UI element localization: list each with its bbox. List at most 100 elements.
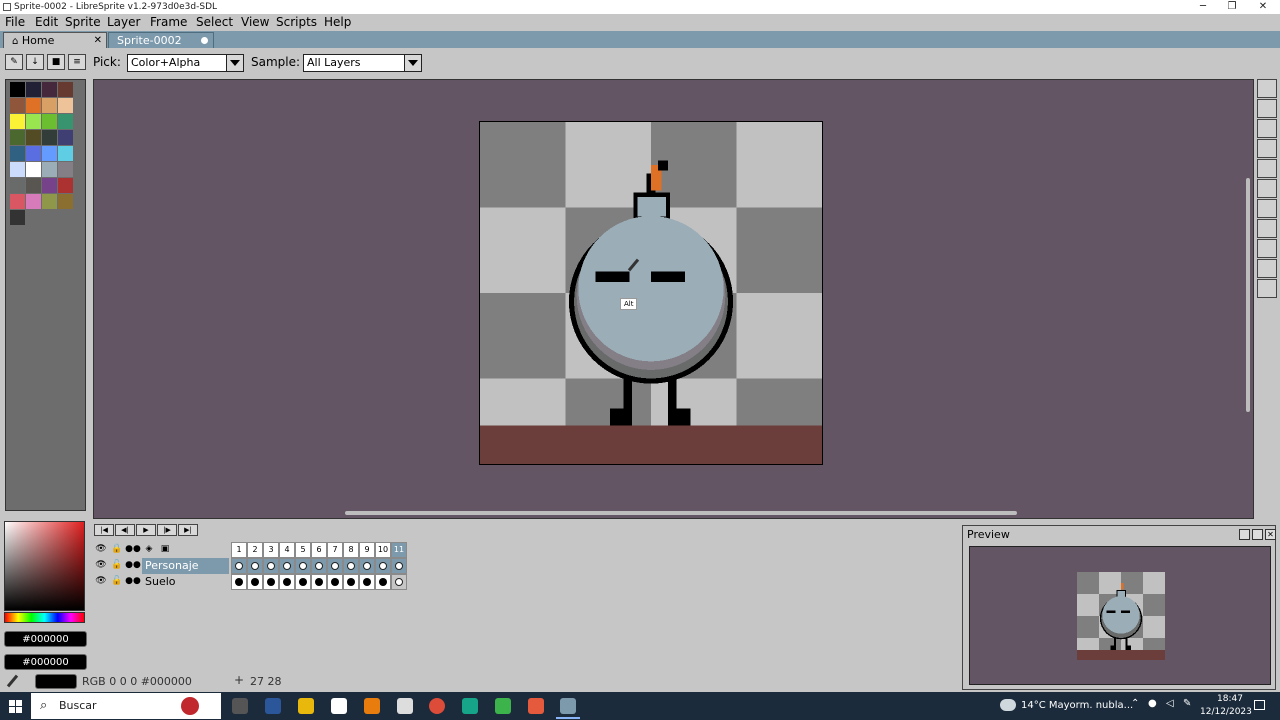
cel-cell[interactable]	[247, 558, 263, 574]
tab-home[interactable]: ⌂ Home ✕	[3, 32, 107, 48]
cel-cell[interactable]	[343, 558, 359, 574]
link-icon[interactable]: ●●	[125, 574, 141, 590]
eraser-tool-icon[interactable]	[1257, 119, 1277, 138]
sample-select[interactable]: All Layers	[303, 54, 422, 72]
weather-text[interactable]: 14°C Mayorm. nubla...	[1021, 700, 1133, 711]
cel-cell[interactable]	[327, 558, 343, 574]
windows-start-icon[interactable]	[9, 700, 22, 713]
app-icon-2[interactable]	[397, 698, 413, 714]
palette-swatch[interactable]	[58, 194, 73, 209]
frame-number[interactable]: 9	[359, 542, 375, 558]
menu-view[interactable]: View	[241, 14, 269, 31]
palette-swatch[interactable]	[10, 114, 25, 129]
close-tab-icon[interactable]: ✕	[94, 33, 102, 48]
menu-help[interactable]: Help	[324, 14, 351, 31]
chevron-up-icon[interactable]: ⌃	[1131, 698, 1139, 709]
restore-button[interactable]: ❐	[1217, 0, 1247, 14]
cel-cell[interactable]	[263, 574, 279, 590]
palette-swatch[interactable]	[10, 98, 25, 113]
preview-close-icon[interactable]: ✕	[1265, 529, 1276, 540]
chrome-icon[interactable]	[429, 698, 445, 714]
eyedropper-tool-icon[interactable]	[1257, 139, 1277, 158]
clock-time[interactable]: 18:47	[1210, 694, 1250, 704]
palette-swatch[interactable]	[58, 146, 73, 161]
microphone-icon[interactable]: ●	[1148, 698, 1157, 709]
continuous-icon[interactable]: ◈	[141, 542, 157, 558]
palette-swatch[interactable]	[58, 178, 73, 193]
palette-swatch[interactable]	[10, 162, 25, 177]
layer-row-personaje[interactable]: 👁 🔓 ●● Personaje	[93, 558, 407, 574]
palette-swatch[interactable]	[42, 162, 57, 177]
cel-cell[interactable]	[391, 574, 407, 590]
cel-cell[interactable]	[311, 574, 327, 590]
palette-swatch[interactable]	[58, 162, 73, 177]
chevron-down-icon[interactable]	[404, 54, 422, 72]
move-tool-icon[interactable]	[1257, 179, 1277, 198]
frame-number[interactable]: 8	[343, 542, 359, 558]
notification-icon[interactable]	[1254, 700, 1265, 710]
eye-icon[interactable]: 👁	[93, 574, 109, 590]
palette-swatch[interactable]	[26, 194, 41, 209]
cel-cell[interactable]	[231, 574, 247, 590]
menu-scripts[interactable]: Scripts	[276, 14, 317, 31]
line-tool-icon[interactable]	[1257, 219, 1277, 238]
palette-swatch[interactable]	[42, 114, 57, 129]
palette-swatch[interactable]	[26, 114, 41, 129]
background-color-button[interactable]: #000000	[4, 654, 87, 670]
palette-swatch[interactable]	[42, 178, 57, 193]
menu-list-button[interactable]: ≡	[68, 54, 86, 70]
app-icon-3[interactable]	[462, 698, 478, 714]
frame-number[interactable]: 4	[279, 542, 295, 558]
cel-cell[interactable]	[263, 558, 279, 574]
search-input[interactable]: ⌕ Buscar	[31, 693, 221, 719]
blender-icon[interactable]	[364, 698, 380, 714]
menu-file[interactable]: File	[5, 14, 25, 31]
pen-icon[interactable]: ✎	[1183, 698, 1191, 709]
onion-skin-icon[interactable]: ▣	[157, 542, 173, 558]
palette-swatch[interactable]	[26, 130, 41, 145]
palette-swatch[interactable]	[26, 82, 41, 97]
cel-cell[interactable]	[359, 574, 375, 590]
cel-cell[interactable]	[311, 558, 327, 574]
chevron-down-icon[interactable]	[226, 54, 244, 72]
preview-area[interactable]	[969, 546, 1271, 685]
hue-slider[interactable]	[4, 612, 85, 623]
palette-swatch[interactable]	[10, 146, 25, 161]
libresprite-icon[interactable]	[560, 698, 576, 714]
palette-swatch[interactable]	[10, 210, 25, 225]
palette-swatch[interactable]	[42, 146, 57, 161]
eye-icon[interactable]: 👁	[93, 542, 109, 558]
menu-frame[interactable]: Frame	[150, 14, 187, 31]
layer-name[interactable]: Suelo	[142, 574, 229, 590]
palette-swatch[interactable]	[26, 178, 41, 193]
color-spectrum[interactable]	[4, 521, 85, 611]
frame-number[interactable]: 6	[311, 542, 327, 558]
foreground-color-button[interactable]: #000000	[4, 631, 87, 647]
marquee-tool-icon[interactable]	[1257, 79, 1277, 98]
frame-number[interactable]: 3	[263, 542, 279, 558]
tab-sprite[interactable]: Sprite-0002	[108, 32, 214, 48]
task-view-icon[interactable]	[232, 698, 248, 714]
cel-cell[interactable]	[391, 558, 407, 574]
menu-sprite[interactable]: Sprite	[65, 14, 101, 31]
palette-swatch[interactable]	[58, 98, 73, 113]
frame-number[interactable]: 5	[295, 542, 311, 558]
fg-pick-button[interactable]: ✎	[5, 54, 23, 70]
palette-swatch[interactable]	[10, 194, 25, 209]
cel-cell[interactable]	[359, 558, 375, 574]
speaker-icon[interactable]: ◁	[1166, 698, 1174, 709]
zoom-tool-icon[interactable]	[1257, 159, 1277, 178]
cel-cell[interactable]	[279, 574, 295, 590]
cel-cell[interactable]	[327, 574, 343, 590]
palette-swatch[interactable]	[58, 114, 73, 129]
pick-select[interactable]: Color+Alpha	[127, 54, 244, 72]
palette-swatch[interactable]	[10, 130, 25, 145]
preview-play-icon[interactable]	[1252, 529, 1263, 540]
link-icon[interactable]: ●●	[125, 542, 141, 558]
next-frame-button[interactable]: |▶	[157, 524, 177, 536]
modified-dot-icon[interactable]	[201, 37, 208, 44]
palette-swatch[interactable]	[58, 82, 73, 97]
minimize-button[interactable]: ─	[1188, 0, 1218, 14]
cel-cell[interactable]	[247, 574, 263, 590]
clock-date[interactable]: 12/12/2023	[1200, 707, 1252, 717]
